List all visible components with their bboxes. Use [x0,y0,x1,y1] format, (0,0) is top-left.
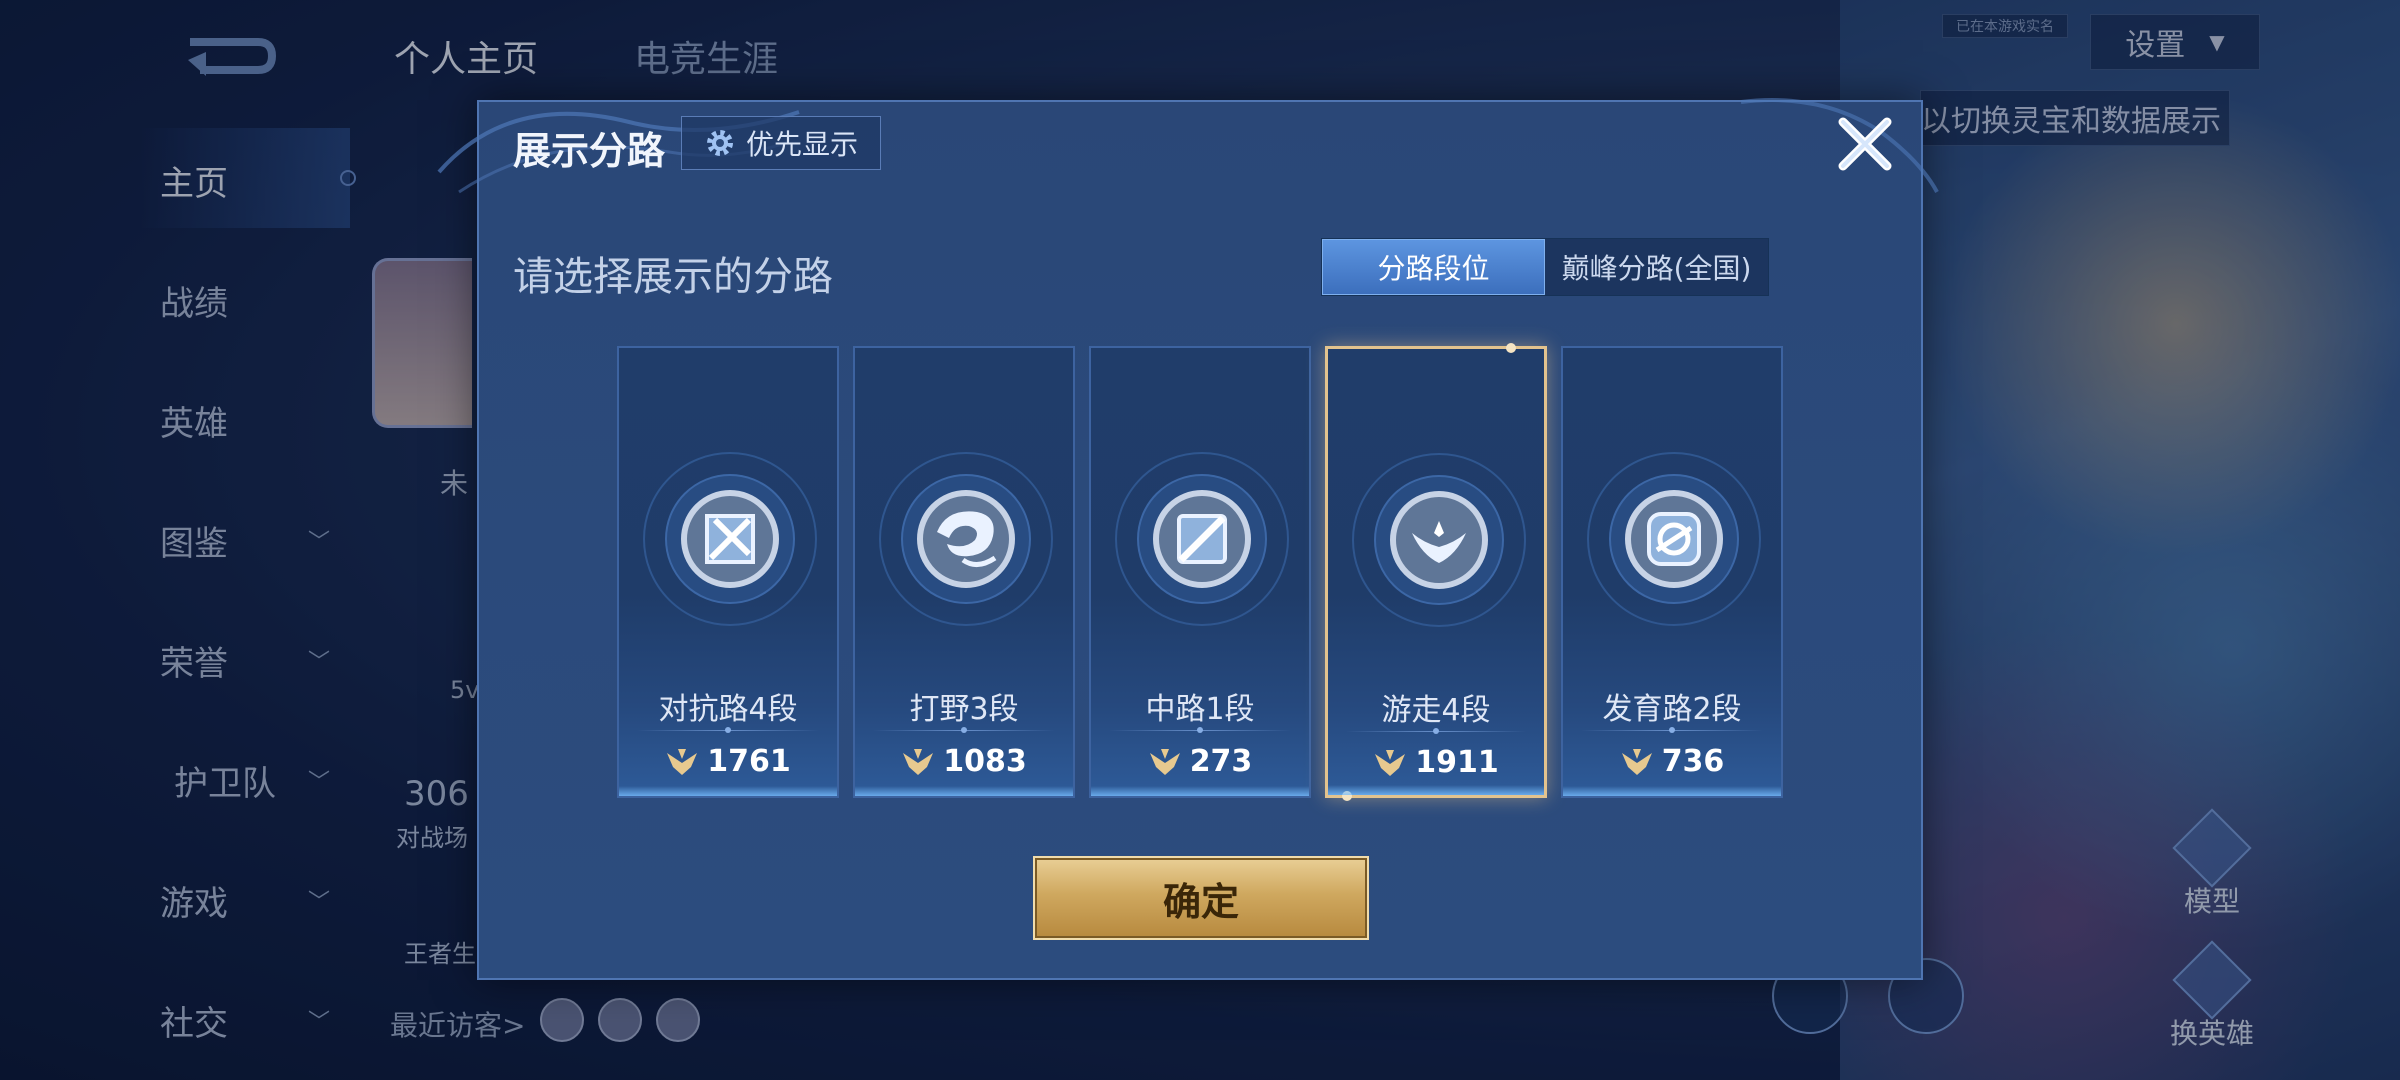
jungle-emblem-icon [877,450,1055,628]
lane-score-value: 736 [1661,744,1725,779]
close-button[interactable] [1833,112,1897,176]
lane-card-clash[interactable]: 对抗路4段 1761 [617,346,839,798]
rank-points-icon [1375,749,1406,776]
segment-lane-rank[interactable]: 分路段位 [1322,239,1545,295]
divider [873,727,1055,733]
divider [1346,728,1526,734]
lane-rank-label: 发育路2段 [1602,692,1742,727]
divider [637,727,819,733]
lane-score: 736 [1563,744,1781,779]
gear-icon [706,130,733,156]
lane-card-farm[interactable]: 发育路2段 736 [1561,346,1783,798]
divider [1581,727,1763,733]
lane-card-mid[interactable]: 中路1段 273 [1089,346,1311,798]
lane-rank-label: 对抗路4段 [658,692,798,727]
lane-rank-label: 中路1段 [1145,692,1255,727]
lane-score-value: 1083 [943,744,1027,779]
close-icon [1838,117,1892,171]
confirm-button[interactable]: 确定 [1033,856,1369,940]
lane-score: 273 [1091,744,1309,779]
lane-rank-label: 打野3段 [909,692,1019,727]
lane-display-dialog: 展示分路 优先显示 请选择展示的分路 分路段位 巅峰分路(全国) 对抗路4段 1… [437,98,1939,980]
card-glow [855,786,1073,796]
lane-score: 1083 [855,744,1073,779]
dialog-title: 展示分路 [513,129,666,173]
clash-lane-emblem-icon [641,450,819,628]
lane-card-jungle[interactable]: 打野3段 1083 [853,346,1075,798]
card-glow [1328,785,1544,795]
priority-display-label: 优先显示 [745,128,858,161]
lane-card-roam[interactable]: 游走4段 1911 [1325,343,1547,801]
farm-lane-emblem-icon [1585,450,1763,628]
rank-points-icon [903,748,934,775]
selection-corner-dot [1506,343,1516,353]
divider [1109,727,1291,733]
lane-score: 1911 [1328,745,1544,780]
view-segmented-control: 分路段位 巅峰分路(全国) [1321,238,1769,296]
card-glow [1563,786,1781,796]
dialog-subtitle: 请选择展示的分路 [513,254,833,300]
roam-emblem-icon [1350,451,1528,629]
lane-score-value: 1911 [1415,745,1499,780]
segment-peak-lane-national[interactable]: 巅峰分路(全国) [1545,239,1768,295]
lane-score-value: 1761 [707,744,791,779]
mid-lane-emblem-icon [1113,450,1291,628]
priority-display-button[interactable]: 优先显示 [681,116,881,170]
card-glow [1091,786,1309,796]
lane-score: 1761 [619,744,837,779]
dialog-header: 展示分路 优先显示 [479,102,1921,192]
lane-card-list: 对抗路4段 1761 打野3段 1083 中路1段 273 游走4段 1911 … [617,343,1817,801]
rank-points-icon [667,748,698,775]
card-glow [619,786,837,796]
lane-rank-label: 游走4段 [1381,693,1491,728]
lane-score-value: 273 [1189,744,1253,779]
rank-points-icon [1621,748,1652,775]
rank-points-icon [1149,748,1180,775]
